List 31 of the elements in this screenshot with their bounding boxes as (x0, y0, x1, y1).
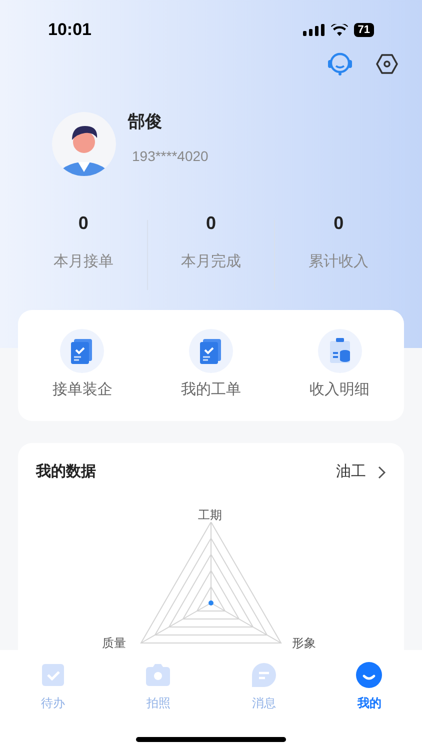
stat-value: 0 (206, 212, 216, 235)
stat-label: 累计收入 (308, 252, 369, 272)
camera-icon (144, 662, 172, 688)
card-title: 我的数据 (36, 462, 96, 482)
avatar (52, 112, 116, 176)
stat-label: 本月完成 (181, 252, 241, 272)
chat-bubble-icon (250, 662, 277, 688)
shortcut-button[interactable]: 收入明细 (275, 329, 404, 402)
stat-value: 0 (78, 212, 88, 235)
chevron-right-icon (378, 466, 386, 478)
axis-label: 工期 (198, 507, 222, 524)
shortcut-button[interactable]: 我的工单 (146, 329, 276, 402)
signal-icon (302, 24, 325, 36)
stat-value: 0 (334, 212, 344, 235)
axis-label: 形象 (292, 635, 316, 652)
checkbox-icon (40, 662, 66, 688)
status-time: 10:01 (48, 18, 92, 41)
user-name: 郜俊 (128, 111, 163, 133)
document-check-icon (189, 329, 233, 374)
axis-label: 质量 (102, 635, 126, 652)
clipboard-coins-icon (318, 329, 362, 374)
trade-selector[interactable]: 油工 (336, 460, 386, 484)
wifi-icon (330, 24, 348, 36)
phone-number: 193****4020 (132, 147, 208, 166)
shortcut-button[interactable]: 接单装企 (18, 329, 147, 402)
smile-icon (356, 662, 382, 688)
tab[interactable]: 我的 (316, 662, 422, 712)
document-check-icon (60, 329, 104, 374)
settings-icon[interactable] (376, 53, 398, 75)
headset-icon[interactable] (326, 51, 354, 77)
stat-label: 本月接单 (53, 252, 114, 272)
